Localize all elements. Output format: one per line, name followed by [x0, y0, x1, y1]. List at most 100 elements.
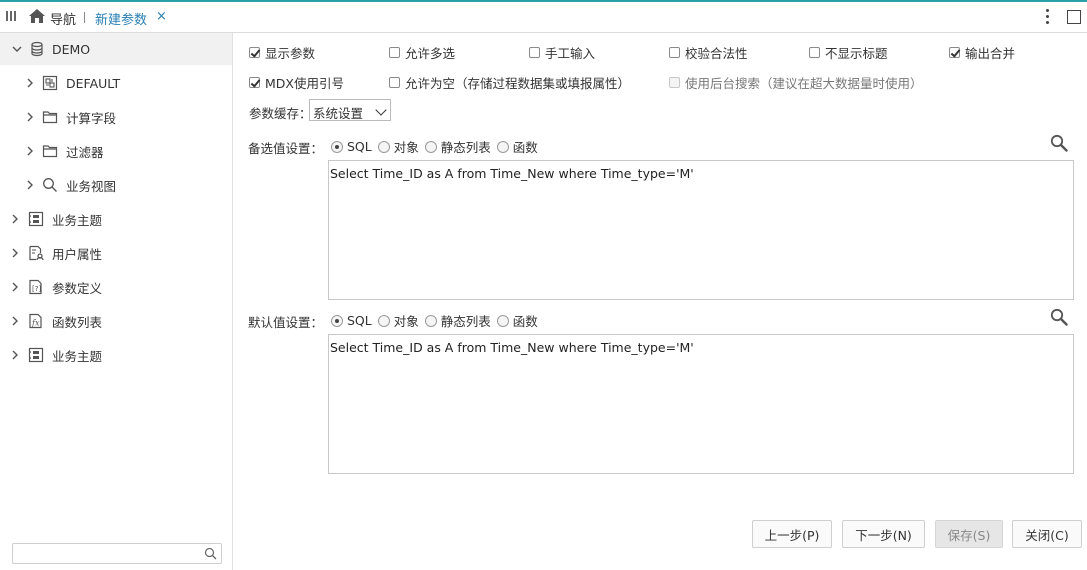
chevron-right-icon[interactable] — [26, 146, 34, 156]
checkbox-box — [669, 77, 680, 88]
chevron-right-icon[interactable] — [26, 112, 34, 122]
radio-dot[interactable] — [496, 314, 509, 327]
nav-link[interactable]: 导航 — [50, 9, 76, 28]
cache-select-value: 系统设置 — [313, 106, 364, 121]
backend-search-checkbox: 使用后台搜索（建议在超大数据量时使用） — [669, 73, 923, 92]
radio-dot[interactable] — [424, 140, 437, 153]
tree-item-business-views[interactable]: 业务视图 — [0, 169, 232, 201]
chevron-right-icon[interactable] — [11, 214, 19, 224]
chevron-right-icon[interactable] — [11, 248, 19, 258]
tab-close-icon[interactable]: × — [156, 9, 167, 24]
drag-handle-icon[interactable] — [6, 11, 16, 23]
chevron-down-icon — [375, 104, 387, 116]
mdx-quote-checkbox[interactable]: MDX使用引号 — [249, 73, 344, 92]
merge-output-checkbox[interactable]: 输出合并 — [949, 43, 1015, 62]
chevron-right-icon[interactable] — [11, 316, 19, 326]
radio-dot[interactable] — [377, 314, 390, 327]
radio-object[interactable]: 对象 — [377, 137, 419, 156]
radio-label: 静态列表 — [440, 140, 491, 155]
sidebar-search-input[interactable] — [17, 546, 197, 561]
tree-item-param-definitions[interactable]: [?] 参数定义 — [0, 271, 232, 303]
checkbox-label: MDX使用引号 — [265, 76, 344, 91]
radio-dot[interactable] — [331, 314, 343, 327]
candidate-label: 备选值设置： — [248, 141, 324, 156]
radio-label: 对象 — [393, 140, 419, 155]
checkbox-box[interactable] — [529, 47, 540, 58]
tree-item-user-attributes[interactable]: 用户属性 — [0, 237, 232, 269]
checkbox-label: 显示参数 — [265, 46, 316, 61]
chevron-down-icon[interactable] — [12, 45, 22, 53]
radio-label: SQL — [347, 139, 372, 154]
radio-label: 函数 — [512, 314, 538, 329]
folder-icon — [42, 145, 58, 158]
next-button[interactable]: 下一步(N) — [842, 520, 925, 548]
tree-item-filters[interactable]: 过滤器 — [0, 135, 232, 167]
checkbox-box[interactable] — [669, 47, 680, 58]
default-source-radios: SQL 对象 静态列表 函数 — [331, 311, 544, 330]
checkbox-label: 允许多选 — [405, 46, 456, 61]
allow-multi-checkbox[interactable]: 允许多选 — [389, 43, 455, 62]
tab-new-parameter[interactable]: 新建参数 — [95, 9, 147, 28]
business-theme-icon — [28, 211, 44, 227]
radio-dot[interactable] — [496, 140, 509, 153]
search-icon[interactable] — [1050, 308, 1068, 326]
chevron-right-icon[interactable] — [11, 282, 19, 292]
radio-object[interactable]: 对象 — [377, 311, 419, 330]
manual-input-checkbox[interactable]: 手工输入 — [529, 43, 595, 62]
allow-empty-checkbox[interactable]: 允许为空（存储过程数据集或填报属性） — [389, 73, 630, 92]
checkbox-label: 输出合并 — [965, 46, 1016, 61]
tree-item-label: 用户属性 — [52, 246, 103, 262]
maximize-icon[interactable] — [1067, 10, 1081, 24]
tree-item-function-list[interactable]: fx 函数列表 — [0, 305, 232, 337]
checkbox-box[interactable] — [809, 47, 820, 58]
validate-checkbox[interactable]: 校验合法性 — [669, 43, 748, 62]
radio-dot[interactable] — [377, 140, 390, 153]
checkbox-box[interactable] — [389, 47, 400, 58]
checkbox-box[interactable] — [949, 47, 960, 58]
search-icon[interactable] — [1050, 134, 1068, 152]
more-menu-icon[interactable] — [1044, 8, 1052, 26]
radio-static-list[interactable]: 静态列表 — [424, 311, 491, 330]
candidate-sql-textarea[interactable]: Select Time_ID as A from Time_New where … — [328, 160, 1074, 300]
chevron-right-icon[interactable] — [26, 78, 34, 88]
radio-function[interactable]: 函数 — [496, 311, 538, 330]
tree-item-label: 业务主题 — [52, 212, 103, 228]
checkbox-box[interactable] — [249, 77, 260, 88]
main-panel: 显示参数 允许多选 手工输入 校验合法性 不显示标题 输出合并 MDX使用引号 … — [234, 33, 1087, 570]
chevron-right-icon[interactable] — [26, 180, 34, 190]
prev-button[interactable]: 上一步(P) — [752, 520, 832, 548]
checkbox-box[interactable] — [249, 47, 260, 58]
cache-label: 参数缓存： — [249, 106, 312, 121]
tree-item-business-theme-2[interactable]: 业务主题 — [0, 339, 232, 371]
chevron-right-icon[interactable] — [11, 350, 19, 360]
radio-sql[interactable]: SQL — [331, 139, 372, 154]
tree-item-calc-fields[interactable]: 计算字段 — [0, 101, 232, 133]
hide-title-checkbox[interactable]: 不显示标题 — [809, 43, 888, 62]
default-sql-textarea[interactable]: Select Time_ID as A from Time_New where … — [328, 334, 1074, 474]
tree-item-default[interactable]: DEFAULT — [0, 67, 232, 99]
radio-sql[interactable]: SQL — [331, 313, 372, 328]
tree-item-label: 计算字段 — [66, 110, 117, 126]
tree-item-business-theme[interactable]: 业务主题 — [0, 203, 232, 235]
cache-select[interactable]: 系统设置 — [309, 99, 391, 121]
checkbox-label: 使用后台搜索（建议在超大数据量时使用） — [685, 76, 923, 91]
show-param-checkbox[interactable]: 显示参数 — [249, 43, 315, 62]
checkbox-label: 校验合法性 — [685, 46, 748, 61]
search-icon[interactable] — [204, 547, 217, 560]
top-bar: 导航 新建参数 × — [0, 0, 1087, 33]
checkbox-box[interactable] — [389, 77, 400, 88]
radio-static-list[interactable]: 静态列表 — [424, 137, 491, 156]
radio-function[interactable]: 函数 — [496, 137, 538, 156]
home-icon[interactable] — [28, 8, 46, 24]
radio-dot[interactable] — [424, 314, 437, 327]
database-icon — [31, 41, 43, 57]
sidebar: DEMO DEFAULT 计算字段 过滤器 业务视图 业务主题 用户属性 [?]… — [0, 33, 233, 570]
tree-item-label: 业务主题 — [52, 348, 103, 364]
tree-root-demo[interactable]: DEMO — [0, 33, 232, 65]
search-icon — [43, 178, 57, 192]
radio-dot[interactable] — [331, 140, 343, 153]
close-button[interactable]: 关闭(C) — [1012, 520, 1082, 548]
user-attribute-icon — [29, 245, 44, 261]
business-theme-icon — [28, 347, 44, 363]
checkbox-label: 手工输入 — [545, 46, 596, 61]
